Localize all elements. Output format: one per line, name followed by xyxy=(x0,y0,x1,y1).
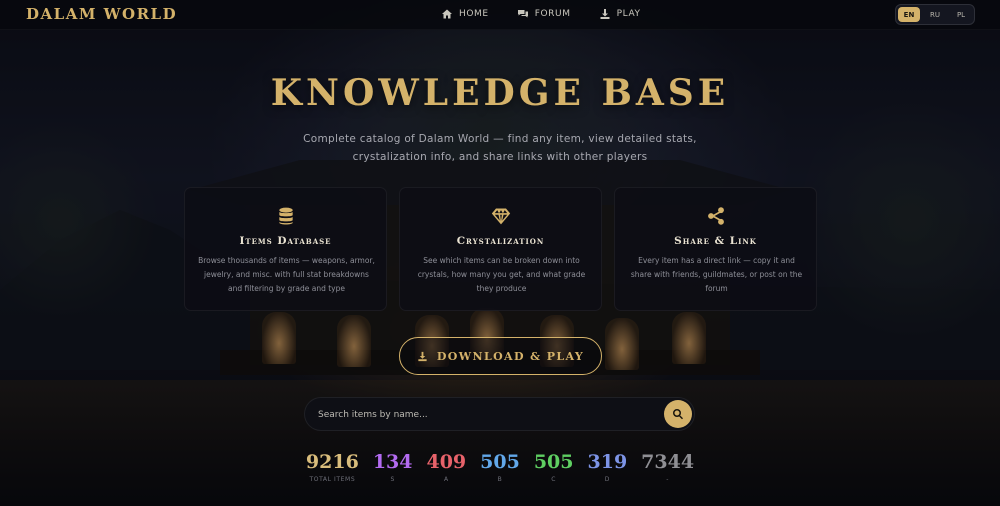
lang-ru-button[interactable]: RU xyxy=(924,7,946,22)
download-play-label: DOWNLOAD & PLAY xyxy=(436,349,585,363)
stat-grade-c: 505 C xyxy=(534,451,574,483)
download-play-button[interactable]: DOWNLOAD & PLAY xyxy=(399,337,602,375)
forum-icon xyxy=(517,10,528,18)
feature-title: Crystalization xyxy=(456,235,545,247)
feature-description: See which items can be broken down into … xyxy=(417,256,586,293)
stat-grade-a: 409 A xyxy=(426,451,466,483)
search-icon xyxy=(673,409,683,420)
share-icon xyxy=(706,206,726,226)
page-subtitle: Complete catalog of Dalam World — find a… xyxy=(303,133,697,163)
item-stats: 9216 TOTAL ITEMS 134 S 409 A 505 B 505 C… xyxy=(0,451,1000,483)
stat-value: 319 xyxy=(587,451,628,473)
page-title: KNOWLEDGE BASE xyxy=(270,72,730,114)
feature-title: Share & Link xyxy=(674,235,757,247)
feature-description: Browse thousands of items — weapons, arm… xyxy=(198,256,375,293)
nav-play[interactable]: PLAY xyxy=(599,8,641,20)
stat-grade-d: 319 D xyxy=(588,451,628,483)
nav-forum-label: FORUM xyxy=(534,9,571,19)
nav-home-label: HOME xyxy=(459,9,489,19)
search-button[interactable] xyxy=(664,400,692,428)
stat-label: B xyxy=(497,476,503,483)
main-nav: HOME FORUM PLAY xyxy=(441,8,641,20)
stat-no-grade: 7344 - xyxy=(641,451,694,483)
search-bar xyxy=(304,397,695,431)
download-icon xyxy=(600,9,610,19)
language-switcher: EN RU PL xyxy=(895,4,975,25)
stat-label: D xyxy=(604,476,610,483)
gem-icon xyxy=(491,206,511,226)
site-logo[interactable]: DALAM WORLD xyxy=(26,5,177,23)
top-navbar: DALAM WORLD HOME FORUM PLAY EN RU PL xyxy=(0,0,1000,30)
stat-label: C xyxy=(551,476,557,483)
stat-value: 9216 xyxy=(305,451,359,473)
stat-value: 409 xyxy=(426,451,467,473)
download-icon xyxy=(418,351,427,361)
nav-forum[interactable]: FORUM xyxy=(517,8,571,20)
stat-value: 505 xyxy=(480,451,520,473)
stat-label: TOTAL ITEMS xyxy=(309,476,356,483)
stat-grade-s: 134 S xyxy=(373,451,413,483)
lang-pl-button[interactable]: PL xyxy=(950,7,972,22)
stat-value: 505 xyxy=(533,451,574,473)
feature-card-crystalization: Crystalization See which items can be br… xyxy=(399,187,602,311)
stat-value: 7344 xyxy=(641,451,695,473)
feature-title: Items Database xyxy=(239,235,332,247)
stat-value: 134 xyxy=(372,451,413,473)
database-icon xyxy=(276,206,296,226)
stat-label: S xyxy=(390,476,395,483)
stat-label: A xyxy=(443,476,449,483)
feature-card-items-database: Items Database Browse thousands of items… xyxy=(184,187,387,311)
lang-en-button[interactable]: EN xyxy=(898,7,920,22)
search-input[interactable] xyxy=(318,407,648,423)
nav-play-label: PLAY xyxy=(616,9,641,19)
nav-home[interactable]: HOME xyxy=(441,8,489,20)
feature-description: Every item has a direct link — copy it a… xyxy=(630,256,803,293)
stat-total-items: 9216 TOTAL ITEMS xyxy=(306,451,359,483)
stat-grade-b: 505 B xyxy=(480,451,520,483)
home-icon xyxy=(442,9,452,19)
feature-card-share-link: Share & Link Every item has a direct lin… xyxy=(614,187,817,311)
stat-label: - xyxy=(666,476,669,483)
